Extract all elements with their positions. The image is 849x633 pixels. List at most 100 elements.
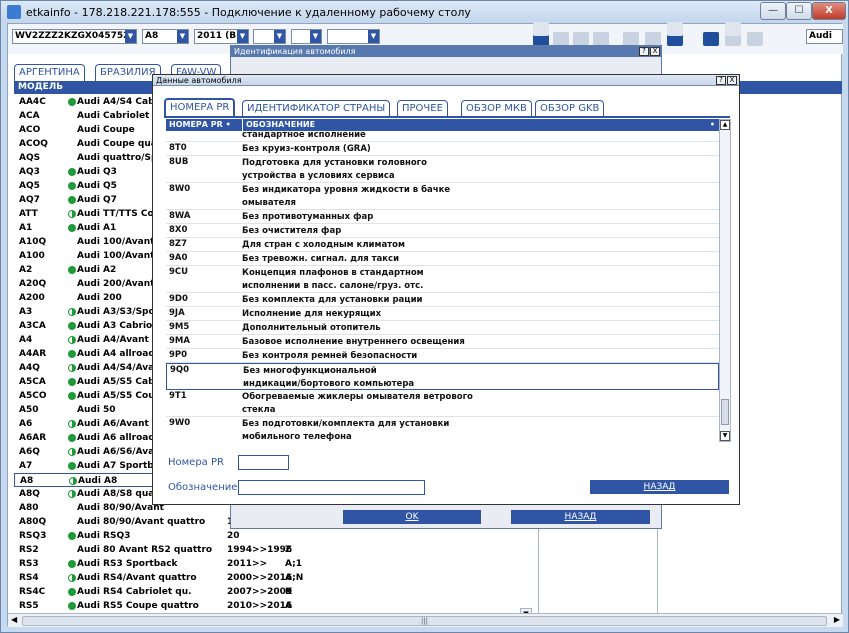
tab-brazil[interactable]: БРАЗИЛИЯ	[95, 64, 161, 81]
list-item[interactable]: RS2 Audi 80 Avant RS2 quattro 1994>>1996 Z	[14, 543, 534, 557]
tool-icon[interactable]	[553, 32, 569, 46]
dialog-close-button[interactable]: X	[727, 76, 737, 85]
table-row[interactable]: 9T1 Обогреваемые жиклеры омывателя ветров…	[166, 390, 719, 417]
table-row[interactable]: 9D0 Без комплекта для установки рации	[166, 293, 719, 307]
pr-description: стандартное исполнение	[242, 132, 366, 142]
scroll-thumb[interactable]: |||	[22, 616, 827, 626]
horizontal-scrollbar[interactable]: ◀ ||| ▶	[8, 613, 843, 627]
status-dot-icon	[68, 224, 76, 232]
help-button[interactable]: ?	[639, 47, 649, 56]
vin-combo[interactable]: WV2ZZZ2KZGX045752 ▼	[12, 29, 137, 44]
pr-description-line: Без круиз-контроля (GRA)	[242, 144, 371, 154]
table-row[interactable]: 9M5 Дополнительный отопитель	[166, 321, 719, 335]
table-row[interactable]: 9A0 Без тревожн. сигнал. для такси	[166, 252, 719, 266]
chevron-down-icon[interactable]: ▼	[125, 30, 136, 43]
list-item[interactable]: RS4 Audi RS4/Avant quattro 2000>>2016 A;N	[14, 571, 534, 585]
table-row[interactable]: 8WA Без противотуманных фар	[166, 210, 719, 224]
pr-number-label: Номера PR	[168, 457, 224, 468]
back-button[interactable]: НАЗАД	[511, 510, 650, 524]
scroll-right-icon[interactable]: ▶	[834, 615, 840, 624]
list-item[interactable]: RS4C Audi RS4 Cabriolet qu. 2007>>2009 K	[14, 585, 534, 599]
description-column-header[interactable]: ОБОЗНАЧЕНИЕ	[242, 119, 315, 131]
year-combo[interactable]: 2011 (B) ▼	[194, 29, 249, 44]
model-name: Audi 50	[77, 405, 116, 415]
pr-description-line: Обогреваемые жиклеры омывателя ветрового	[242, 392, 473, 402]
chevron-down-icon[interactable]: ▼	[310, 30, 321, 43]
table-row[interactable]: 9Q0 Без многофункциональной индикации/борт…	[166, 363, 719, 390]
pr-description-line: Подготовка для установки головного	[242, 158, 427, 168]
chevron-down-icon[interactable]: ▼	[237, 30, 248, 43]
page-icon[interactable]	[645, 32, 661, 46]
status-dot-icon	[68, 322, 76, 330]
table-row[interactable]: 9MA Базовое исполнение внутреннего освеще…	[166, 335, 719, 349]
dialog-close-button[interactable]: X	[650, 47, 660, 56]
pr-description-line: Без индикатора уровня жидкости в бачке	[242, 185, 451, 195]
grid-icon[interactable]	[623, 32, 639, 46]
minimize-button[interactable]: —	[760, 2, 786, 20]
pr-number-input[interactable]	[238, 455, 289, 470]
pr-description-line: Без подготовки/комплекта для установки	[242, 419, 450, 429]
table-row[interactable]: 8T0 Без круиз-контроля (GRA)	[166, 142, 719, 156]
table-row[interactable]: 8Z7 Для стран с холодным климатом	[166, 238, 719, 252]
model-code: AQ5	[19, 181, 40, 191]
list-item[interactable]: RSQ3 Audi RSQ3 20	[14, 529, 534, 543]
brand-combo[interactable]: Audi	[806, 29, 843, 44]
description-label: Обозначение	[168, 482, 238, 493]
table-row[interactable]: 9JA Исполнение для некурящих	[166, 307, 719, 321]
tab-country-id[interactable]: ИДЕНТИФИКАТОР СТРАНЫ	[242, 100, 391, 116]
scroll-down-icon[interactable]: ▼	[720, 431, 730, 441]
model-mark: A;1	[285, 559, 302, 569]
table-row[interactable]: 8UB Подготовка для установки головного уст…	[166, 156, 719, 183]
ok-button[interactable]: OK	[343, 510, 481, 524]
back-button[interactable]: НАЗАД	[590, 480, 729, 494]
list-item[interactable]: RS5 Audi RS5 Coupe quattro 2010>>2016 A	[14, 599, 534, 613]
pr-column-header[interactable]: НОМЕРА PR •	[169, 119, 231, 131]
model-name: Audi 80 Avant RS2 quattro	[77, 545, 213, 555]
model-code: A20Q	[19, 279, 47, 289]
first-page-icon[interactable]	[703, 32, 719, 46]
list-item[interactable]: RS3 Audi RS3 Sportback 2011>> A;1	[14, 557, 534, 571]
pr-description: Без комплекта для установки рации	[242, 294, 423, 307]
table-row[interactable]: 9W0 Без подготовки/комплекта для установк…	[166, 417, 719, 442]
filter1-combo[interactable]: ▼	[253, 29, 286, 44]
model-combo[interactable]: A8 ▼	[142, 29, 189, 44]
model-code: A6Q	[19, 447, 40, 457]
tab-gkb-overview[interactable]: ОБЗОР GKB	[535, 100, 605, 116]
filter2-combo[interactable]: ▼	[291, 29, 322, 44]
back-icon[interactable]	[747, 32, 763, 46]
sort-indicator-icon: •	[709, 120, 715, 129]
scroll-thumb[interactable]	[721, 399, 729, 425]
vehicle-data-dialog: Данные автомобиля ? X НОМЕРА PR ИДЕНТИФИ…	[152, 74, 740, 505]
tab-argentina[interactable]: АРГЕНТИНА	[14, 64, 85, 81]
chevron-down-icon[interactable]: ▼	[368, 30, 379, 43]
scroll-up-icon[interactable]: ▲	[720, 120, 730, 130]
maximize-button[interactable]: ☐	[786, 2, 812, 20]
table-row[interactable]: 8W0 Без индикатора уровня жидкости в бачк…	[166, 183, 719, 210]
model-code: A80Q	[19, 517, 47, 527]
model-code: AQ3	[19, 167, 40, 177]
table-row[interactable]: 9P0 Без контроля ремней безопасности	[166, 349, 719, 363]
chevron-down-icon[interactable]: ▼	[177, 30, 188, 43]
tab-other[interactable]: ПРОЧЕЕ	[397, 100, 448, 116]
copy-icon[interactable]	[573, 32, 589, 46]
filter3-combo[interactable]: ▼	[327, 29, 380, 44]
pr-code: 9A0	[169, 253, 188, 263]
status-dot-icon	[68, 182, 76, 190]
arrows-icon[interactable]	[593, 32, 609, 46]
tab-pr-numbers[interactable]: НОМЕРА PR	[164, 98, 236, 116]
table-row[interactable]: стандартное исполнение	[166, 132, 719, 142]
close-button[interactable]: X	[812, 2, 846, 20]
model-mark: Z	[285, 545, 292, 555]
scroll-left-icon[interactable]: ◀	[11, 615, 17, 624]
tab-mkb-overview[interactable]: ОБЗОР МКВ	[461, 100, 532, 116]
table-row[interactable]: 9CU Концепция плафонов в стандартном испол…	[166, 266, 719, 293]
grid-scrollbar[interactable]: ▲ ▼	[719, 119, 731, 442]
chevron-down-icon[interactable]: ▼	[274, 30, 285, 43]
pr-description-line: Базовое исполнение внутреннего освещения	[242, 337, 465, 347]
model-code: A6AR	[19, 433, 47, 443]
description-input[interactable]	[238, 480, 425, 495]
model-years: 2000>>2016	[227, 573, 293, 583]
status-dot-icon	[68, 420, 76, 428]
help-button[interactable]: ?	[716, 76, 726, 85]
table-row[interactable]: 8X0 Без очистителя фар	[166, 224, 719, 238]
